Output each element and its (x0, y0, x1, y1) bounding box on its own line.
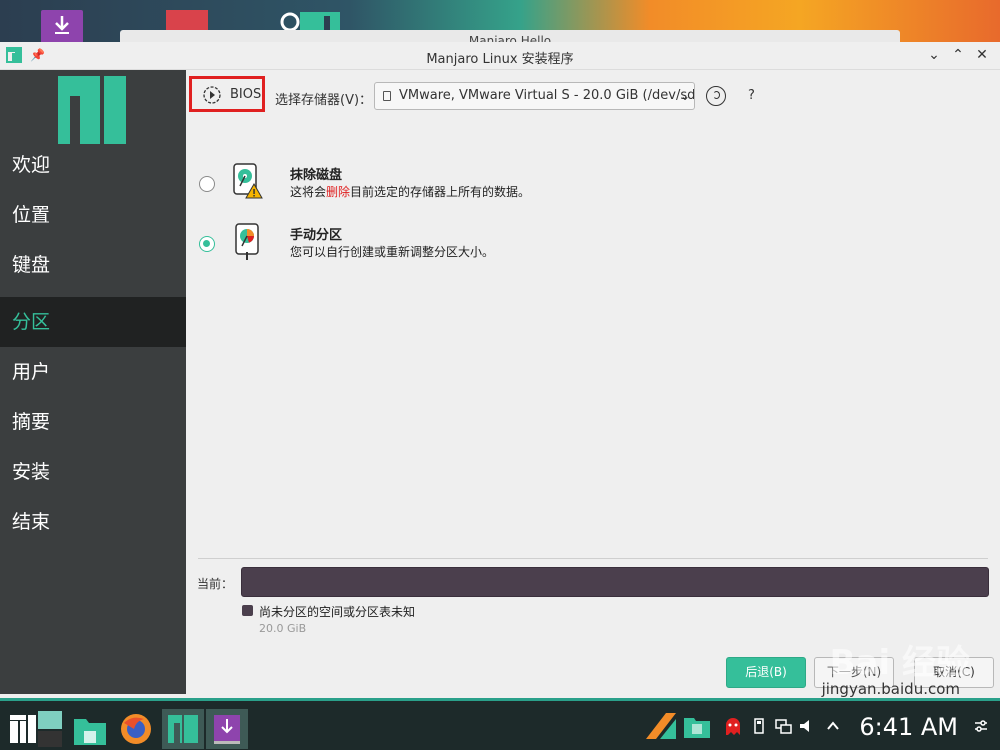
erase-disk-radio[interactable] (199, 176, 215, 192)
erase-disk-title: 抹除磁盘 (290, 168, 343, 183)
disk-partition-icon (235, 223, 259, 260)
taskbar-clock[interactable]: 6:41 AM (859, 713, 958, 741)
erase-disk-description: 这将会删除目前选定的存储器上所有的数据。 (290, 185, 531, 199)
volume-tray-icon[interactable] (798, 717, 816, 735)
manual-partition-description: 您可以自行创建或重新调整分区大小。 (290, 245, 495, 259)
back-button[interactable]: 后退(B) (726, 657, 806, 688)
maximize-button[interactable]: ⌃ (948, 45, 968, 65)
chevron-down-icon: ⌄ (679, 89, 690, 103)
desktop-installer-icon[interactable] (41, 10, 83, 44)
legend-swatch (242, 605, 253, 616)
divider (198, 558, 988, 559)
manjaro-tray-icon[interactable] (646, 713, 676, 739)
legend-size: 20.0 GiB (259, 622, 307, 635)
sidebar-item-summary[interactable]: 摘要 (0, 397, 186, 447)
sidebar-item-install[interactable]: 安装 (0, 447, 186, 497)
usb-tray-icon[interactable] (750, 717, 768, 735)
main-panel: BIOS 选择存储器(V)： VMware, VMware Virtual S … (186, 70, 1000, 694)
ghost-tray-icon[interactable] (724, 717, 742, 735)
bios-label: BIOS (230, 87, 262, 102)
manual-partition-title: 手动分区 (290, 228, 343, 243)
watermark-url: jingyan.baidu.com (821, 680, 960, 698)
desktop-pager-icon[interactable] (38, 711, 74, 747)
refresh-icon[interactable] (706, 86, 726, 106)
sidebar-item-location[interactable]: 位置 (0, 190, 186, 240)
sidebar-item-keyboard[interactable]: 键盘 (0, 240, 186, 290)
installer-task-icon[interactable] (162, 709, 204, 749)
sidebar-item-partition[interactable]: 分区 (0, 297, 186, 347)
bios-indicator[interactable]: BIOS (189, 76, 265, 112)
taskbar: 6:41 AM (0, 698, 1000, 750)
disk-icon (383, 91, 391, 101)
help-button[interactable]: ? (748, 88, 755, 103)
application-launcher-icon[interactable] (6, 711, 42, 747)
chevron-up-icon[interactable] (824, 717, 842, 735)
network-tray-icon[interactable] (774, 717, 792, 735)
option-manual-partition[interactable]: 手动分区 您可以自行创建或重新调整分区大小。 (186, 222, 786, 272)
file-manager-icon[interactable] (72, 711, 108, 747)
storage-value: VMware, VMware Virtual S - 20.0 GiB (/de… (399, 88, 695, 103)
title-bar[interactable]: 📌 Manjaro Linux 安装程序 ⌄ ⌃ ✕ (0, 42, 1000, 70)
sidebar-item-finish[interactable]: 结束 (0, 497, 186, 547)
sidebar-item-users[interactable]: 用户 (0, 347, 186, 397)
close-button[interactable]: ✕ (972, 45, 992, 65)
partition-bar[interactable] (241, 567, 989, 597)
installer-window: 📌 Manjaro Linux 安装程序 ⌄ ⌃ ✕ 欢迎 位置 键盘 分区 用… (0, 42, 1000, 698)
legend-text: 尚未分区的空间或分区表未知 (259, 605, 416, 619)
manjaro-logo (58, 76, 126, 144)
window-title: Manjaro Linux 安装程序 (426, 52, 574, 67)
bios-chip-icon (203, 86, 221, 104)
storage-select[interactable]: VMware, VMware Virtual S - 20.0 GiB (/de… (374, 82, 695, 110)
download-task-icon[interactable] (206, 709, 248, 749)
folder-tray-icon[interactable] (684, 714, 710, 738)
option-erase-disk[interactable]: 抹除磁盘 这将会删除目前选定的存储器上所有的数据。 (186, 162, 786, 212)
settings-toggle-icon[interactable] (972, 717, 990, 735)
sidebar: 欢迎 位置 键盘 分区 用户 摘要 安装 结束 (0, 70, 186, 694)
current-label: 当前： (197, 577, 234, 591)
manual-partition-radio[interactable] (199, 236, 215, 252)
disk-warning-icon (233, 163, 263, 199)
minimize-button[interactable]: ⌄ (924, 45, 944, 65)
firefox-icon[interactable] (118, 711, 154, 747)
watermark: Bai 经验 (829, 643, 970, 683)
sidebar-item-welcome[interactable]: 欢迎 (0, 140, 186, 190)
storage-label: 选择存储器(V)： (275, 93, 373, 108)
